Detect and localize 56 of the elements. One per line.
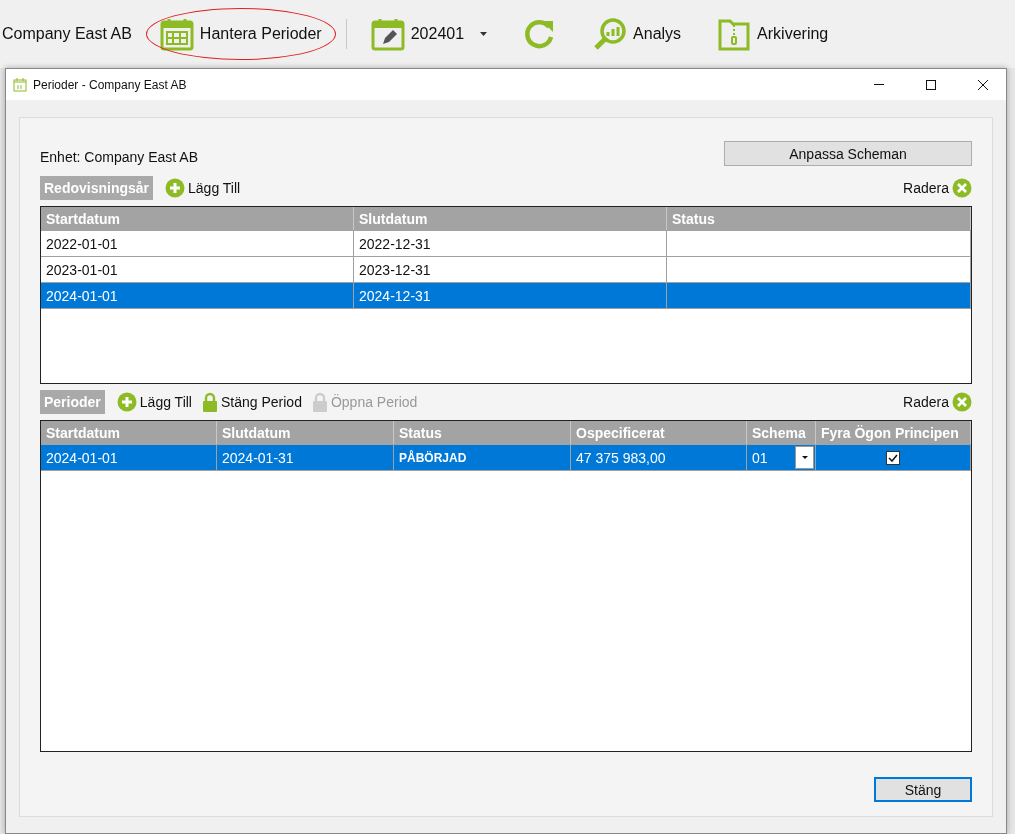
lock-icon	[201, 392, 218, 412]
table-cell: 2023-01-01	[41, 257, 354, 282]
toolbar-button[interactable]: Analys	[575, 10, 700, 58]
section-heading: Redovisningsår	[40, 176, 154, 200]
close-icon	[978, 79, 988, 90]
table-cell: 2024-01-31	[217, 445, 394, 470]
toolbar-button[interactable]: Arkivering	[699, 10, 847, 58]
checkbox[interactable]	[886, 450, 900, 465]
company-name: Company East AB	[2, 25, 132, 43]
toolbar-button[interactable]: Hantera Perioder	[141, 10, 340, 58]
table-cell: 47 375 983,00	[571, 445, 747, 470]
customize-schemas-button[interactable]: Anpassa Scheman	[724, 141, 972, 166]
table-cell: 2023-12-31	[354, 257, 667, 282]
maximize-icon	[926, 79, 936, 90]
status-cell: PÅBÖRJAD	[394, 445, 571, 470]
calendar-icon	[13, 77, 27, 92]
toolbar-button[interactable]: 202401	[352, 10, 506, 58]
window-title: Perioder - Company East AB	[33, 77, 188, 92]
entity-label: Enhet: Company East AB	[40, 149, 198, 165]
table-row[interactable]: 2024-01-01 2024-12-31	[41, 283, 971, 309]
add-icon	[165, 178, 186, 198]
table-cell: 2022-12-31	[354, 231, 667, 256]
column-header: Slutdatum	[354, 207, 667, 230]
minimize-icon	[874, 84, 884, 85]
delete-button[interactable]: Radera	[903, 178, 972, 198]
column-header: Startdatum	[41, 207, 354, 230]
column-header: Status	[394, 421, 571, 444]
folder-zipper-icon	[717, 17, 752, 51]
table-cell: 2022-01-01	[41, 231, 354, 256]
caret-icon	[801, 456, 808, 459]
delete-icon	[952, 392, 972, 412]
column-header: Slutdatum	[217, 421, 394, 444]
column-header: Fyra Ögon Principen	[816, 421, 971, 444]
add-button[interactable]: Lägg Till	[165, 178, 241, 198]
table-cell: 2024-01-01	[41, 445, 217, 470]
delete-button[interactable]: Radera	[903, 392, 972, 412]
table-row[interactable]: 2022-01-01 2022-12-31	[41, 231, 971, 257]
calendar-icon	[159, 17, 194, 51]
table-row[interactable]: 2024-01-01 2024-01-31 PÅBÖRJAD 47 375 983,00 01	[41, 445, 971, 471]
lock-button[interactable]: Stäng Period	[201, 392, 302, 412]
section-heading: Perioder	[40, 390, 105, 414]
lock-icon	[311, 392, 328, 412]
column-header: Schema	[747, 421, 816, 444]
table-cell: 2024-01-01	[41, 283, 354, 308]
column-header: Status	[667, 207, 971, 230]
add-icon	[116, 392, 137, 412]
table-cell: 2024-12-31	[354, 283, 667, 308]
calendar-pencil-icon	[370, 17, 405, 51]
column-header: Startdatum	[41, 421, 217, 444]
delete-icon	[952, 178, 972, 198]
table-row[interactable]: 2023-01-01 2023-12-31	[41, 257, 971, 283]
magnifier-chart-icon	[593, 17, 628, 51]
column-header: Ospecificerat	[571, 421, 747, 444]
schema-dropdown[interactable]: 01	[747, 445, 816, 470]
close-dialog-button[interactable]: Stäng	[874, 777, 972, 802]
add-button[interactable]: Lägg Till	[116, 392, 192, 412]
